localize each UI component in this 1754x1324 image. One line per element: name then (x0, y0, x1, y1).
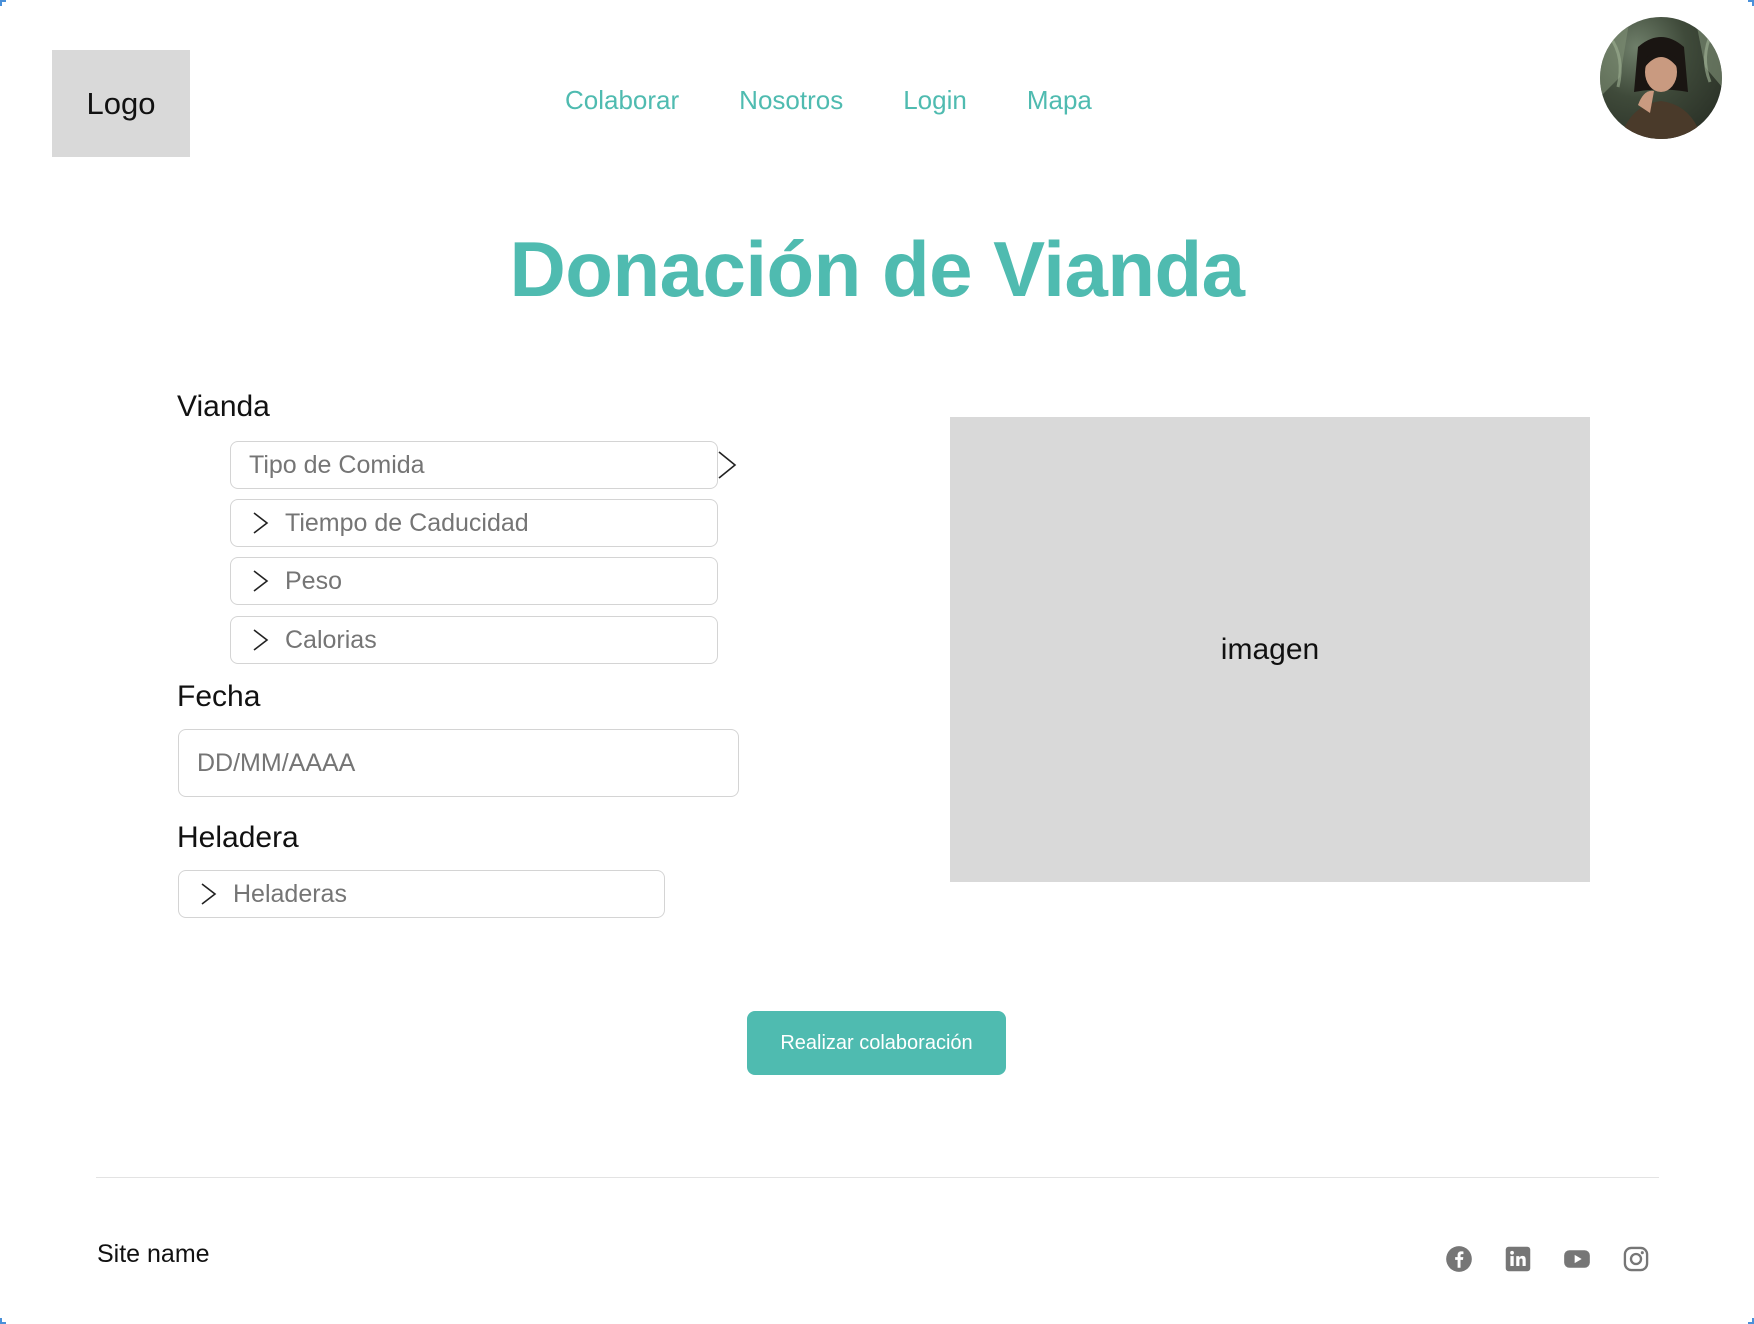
instagram-icon[interactable] (1622, 1245, 1650, 1273)
nav-link-mapa[interactable]: Mapa (1027, 82, 1092, 118)
selection-corner (1748, 1318, 1754, 1324)
nav-link-nosotros[interactable]: Nosotros (739, 82, 843, 118)
chevron-right-icon (253, 629, 269, 651)
selection-corner (0, 0, 6, 6)
chevron-right-icon[interactable] (716, 450, 738, 480)
heladera-label: Heladera (177, 821, 299, 854)
chevron-right-icon (253, 570, 269, 592)
footer-site-name: Site name (97, 1240, 210, 1268)
field-label: Calorias (285, 625, 377, 654)
user-avatar[interactable] (1600, 17, 1722, 139)
field-label: Peso (285, 566, 342, 595)
image-placeholder: imagen (950, 417, 1590, 882)
field-label: Tiempo de Caducidad (285, 508, 529, 537)
logo-text: Logo (86, 85, 156, 121)
selection-corner (0, 1318, 6, 1324)
youtube-icon[interactable] (1563, 1245, 1591, 1273)
main-nav: Colaborar Nosotros Login Mapa (565, 82, 1152, 118)
selection-corner (1748, 0, 1754, 6)
social-links (1445, 1245, 1681, 1273)
facebook-icon[interactable] (1445, 1245, 1473, 1273)
fecha-label: Fecha (177, 680, 261, 713)
realizar-colaboracion-button[interactable]: Realizar colaboración (747, 1011, 1006, 1075)
tipo-de-comida-select[interactable]: Tipo de Comida (230, 441, 718, 489)
logo[interactable]: Logo (52, 50, 190, 157)
button-label: Realizar colaboración (780, 1031, 973, 1054)
footer-divider (96, 1177, 1659, 1178)
peso-select[interactable]: Peso (230, 557, 718, 605)
tiempo-de-caducidad-select[interactable]: Tiempo de Caducidad (230, 499, 718, 547)
nav-link-colaborar[interactable]: Colaborar (565, 82, 679, 118)
nav-link-login[interactable]: Login (903, 82, 967, 118)
field-label: Heladeras (233, 879, 347, 908)
image-placeholder-label: imagen (1220, 632, 1320, 666)
calorias-select[interactable]: Calorias (230, 616, 718, 664)
linkedin-icon[interactable] (1504, 1245, 1532, 1273)
heladeras-select[interactable]: Heladeras (178, 870, 665, 918)
chevron-right-icon (253, 512, 269, 534)
vianda-label: Vianda (177, 390, 270, 423)
avatar-photo (1600, 17, 1722, 139)
page-title: Donación de Vianda (509, 225, 1245, 313)
fecha-input[interactable] (178, 729, 739, 797)
chevron-right-icon (201, 883, 217, 905)
field-label: Tipo de Comida (249, 450, 425, 479)
